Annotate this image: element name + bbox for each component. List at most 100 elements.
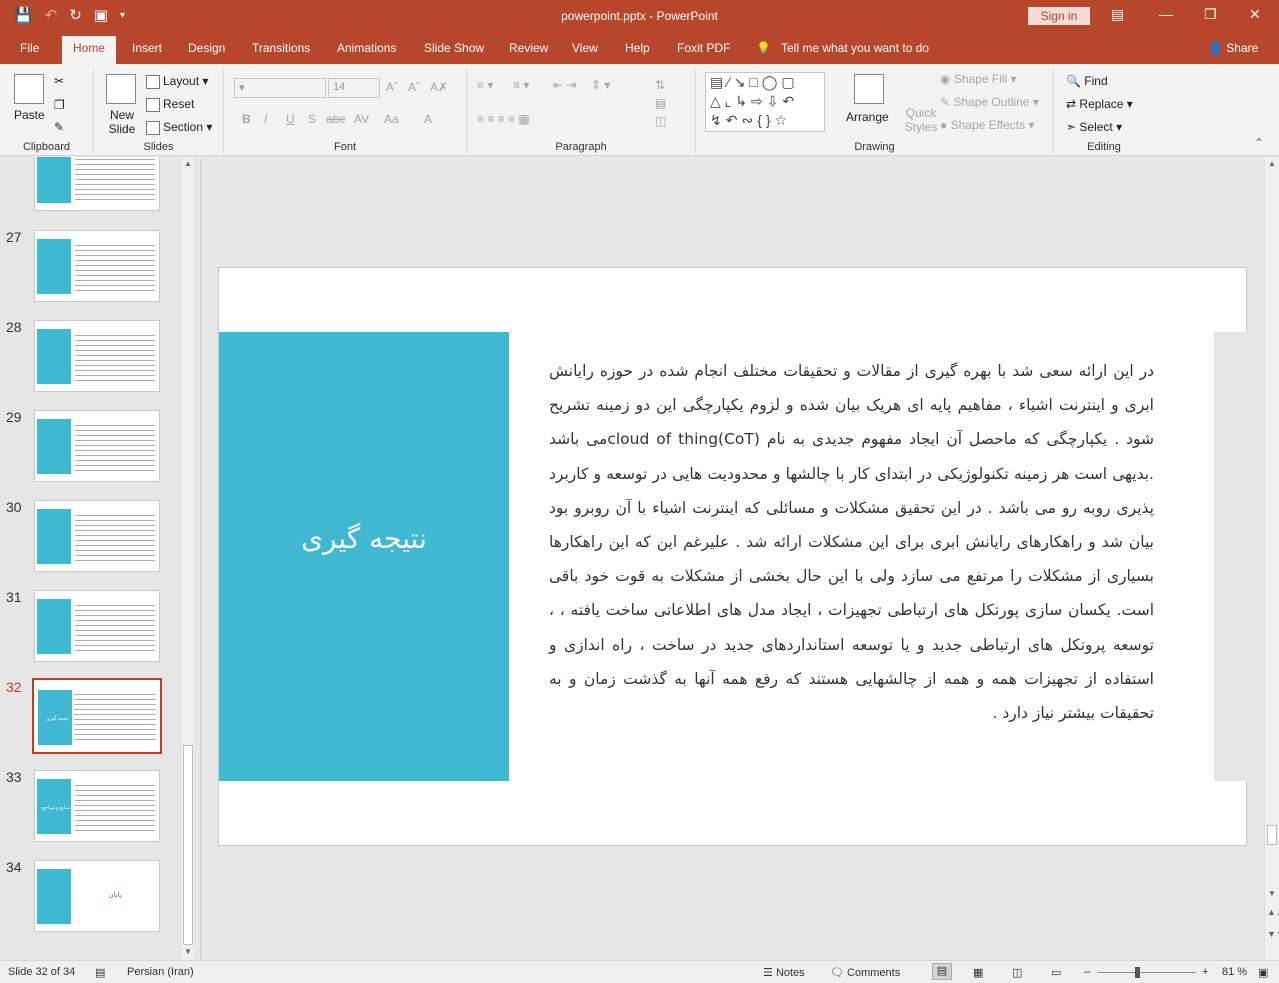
- reading-view-icon[interactable]: ◫: [1012, 966, 1022, 979]
- font-color-button[interactable]: A: [424, 112, 432, 126]
- close-icon[interactable]: ✕: [1249, 6, 1261, 23]
- underline-button[interactable]: U: [286, 112, 295, 126]
- zoom-slider[interactable]: [1098, 972, 1196, 973]
- comments-button[interactable]: 🗨 Comments: [830, 966, 900, 979]
- notes-button[interactable]: ☰ Notes: [763, 966, 805, 979]
- tab-design[interactable]: Design: [188, 41, 225, 55]
- slide-thumbnail[interactable]: پایان: [34, 860, 160, 932]
- strikethrough-button[interactable]: abc: [326, 112, 345, 126]
- zoom-slider-thumb[interactable]: [1135, 967, 1140, 978]
- shape-effects-button[interactable]: ● Shape Effects ▾: [940, 118, 1034, 132]
- tab-foxit-pdf[interactable]: Foxit PDF: [677, 41, 730, 55]
- smartart-icon[interactable]: ◫: [655, 114, 666, 128]
- editor-scrollbar[interactable]: ▲ ▼ ▲▲ ▼▼: [1264, 157, 1279, 960]
- bullets-icon[interactable]: ≡ ▾: [477, 78, 493, 92]
- ribbon-display-icon[interactable]: ▤: [1111, 6, 1124, 23]
- shapes-gallery[interactable]: ▤∕↘□◯▢ △⌞↳⇨⇩↶ ↯↶∾{}☆: [705, 72, 825, 132]
- align-icons[interactable]: ≡ ≡ ≡ ≡ ▦: [477, 112, 530, 126]
- text-direction-icon[interactable]: ⇅: [655, 78, 665, 92]
- numbering-icon[interactable]: ≡ ▾: [513, 78, 529, 92]
- slide-number: 27: [6, 229, 22, 245]
- scroll-down-icon[interactable]: ▼: [184, 947, 192, 956]
- reset-button[interactable]: Reset: [146, 97, 194, 112]
- shadow-button[interactable]: S: [308, 112, 316, 126]
- tab-home[interactable]: Home: [62, 36, 117, 64]
- fit-slide-icon[interactable]: ▣: [1258, 966, 1268, 979]
- scroll-down-icon[interactable]: ▼: [1268, 889, 1276, 898]
- bold-button[interactable]: B: [242, 112, 251, 126]
- normal-view-icon[interactable]: ▤: [932, 963, 952, 980]
- slide-thumbnail[interactable]: [34, 230, 160, 302]
- current-slide[interactable]: نتیجه گیری در این ارائه سعی شد با بهره گ…: [218, 267, 1247, 846]
- zoom-out-icon[interactable]: –: [1084, 966, 1090, 978]
- new-slide-button[interactable]: New Slide: [104, 108, 140, 136]
- slides-group: New Slide Layout ▾ Reset Section ▾ Slide…: [94, 68, 224, 154]
- slide-thumbnail[interactable]: [34, 320, 160, 392]
- language-indicator[interactable]: Persian (Iran): [127, 966, 194, 978]
- spellcheck-icon[interactable]: ▤: [95, 966, 105, 979]
- shape-outline-button[interactable]: ✎ Shape Outline ▾: [940, 95, 1039, 109]
- scroll-thumb[interactable]: [1267, 825, 1277, 845]
- select-button[interactable]: ➣ Select ▾: [1066, 120, 1122, 134]
- font-name-combo[interactable]: ▾: [234, 78, 326, 98]
- tab-slide-show[interactable]: Slide Show: [424, 41, 484, 55]
- replace-button[interactable]: ⇄ Replace ▾: [1066, 97, 1133, 111]
- next-slide-icon[interactable]: ▼▼: [1267, 929, 1279, 939]
- tab-review[interactable]: Review: [509, 41, 548, 55]
- copy-icon[interactable]: ❐: [54, 98, 65, 112]
- clear-formatting-icon[interactable]: A✗: [430, 80, 448, 94]
- font-size-combo[interactable]: 14: [328, 78, 380, 98]
- tab-transitions[interactable]: Transitions: [252, 41, 310, 55]
- layout-button[interactable]: Layout ▾: [146, 74, 208, 89]
- scroll-thumb[interactable]: [183, 745, 193, 945]
- tab-file[interactable]: File: [20, 41, 39, 55]
- slide-thumbnail[interactable]: منابع و مراجع: [34, 770, 160, 842]
- arrange-button[interactable]: Arrange: [846, 110, 889, 124]
- shape-fill-button[interactable]: ◉ Shape Fill ▾: [940, 72, 1017, 86]
- cut-icon[interactable]: ✂: [54, 74, 64, 88]
- thumbnails-scrollbar[interactable]: ▲ ▼: [180, 157, 194, 960]
- slide-thumbnail-active[interactable]: نتیجه گیری: [32, 678, 162, 754]
- format-painter-icon[interactable]: ✎: [54, 120, 64, 134]
- align-text-icon[interactable]: ▤: [655, 96, 666, 110]
- previous-slide-icon[interactable]: ▲▲: [1267, 907, 1279, 917]
- slide-thumbnail[interactable]: [34, 157, 160, 211]
- restore-icon[interactable]: ❐: [1204, 6, 1217, 23]
- change-case-button[interactable]: Aa: [384, 112, 399, 126]
- tab-help[interactable]: Help: [625, 41, 650, 55]
- tab-animations[interactable]: Animations: [337, 41, 396, 55]
- slide-thumbnail[interactable]: [34, 500, 160, 572]
- italic-button[interactable]: I: [264, 112, 267, 126]
- increase-font-icon[interactable]: Aˆ: [386, 80, 398, 94]
- quick-styles-button[interactable]: Quick Styles: [904, 106, 938, 134]
- sign-in-button[interactable]: Sign in: [1028, 7, 1090, 25]
- font-group: ▾ 14 Aˆ Aˇ A✗ B I U S abc AV Aa A Font: [224, 68, 467, 154]
- slide-thumbnail[interactable]: [34, 410, 160, 482]
- section-button[interactable]: Section ▾: [146, 120, 212, 135]
- paste-button[interactable]: Paste: [14, 108, 45, 122]
- new-slide-icon[interactable]: [106, 74, 136, 104]
- scroll-up-icon[interactable]: ▲: [1268, 159, 1276, 168]
- minimize-icon[interactable]: —: [1159, 6, 1173, 22]
- collapse-ribbon-icon[interactable]: ⌃: [1254, 136, 1264, 150]
- scroll-up-icon[interactable]: ▲: [184, 159, 192, 168]
- zoom-in-icon[interactable]: +: [1202, 966, 1208, 978]
- slide-thumbnail[interactable]: [34, 590, 160, 662]
- tell-me-search[interactable]: Tell me what you want to do: [781, 41, 929, 55]
- slide-body-text[interactable]: در این ارائه سعی شد با بهره گیری از مقال…: [549, 354, 1154, 730]
- tab-view[interactable]: View: [572, 41, 598, 55]
- tab-insert[interactable]: Insert: [132, 41, 162, 55]
- paste-icon[interactable]: [14, 74, 44, 104]
- slide-show-icon[interactable]: ▭: [1051, 966, 1061, 979]
- decrease-font-icon[interactable]: Aˇ: [408, 80, 420, 94]
- drawing-label: Drawing: [854, 141, 895, 153]
- find-button[interactable]: 🔍 Find: [1066, 74, 1108, 88]
- slide-sorter-icon[interactable]: ▦: [973, 966, 983, 979]
- char-spacing-button[interactable]: AV: [354, 112, 369, 126]
- zoom-level[interactable]: 81 %: [1222, 966, 1247, 978]
- arrange-icon[interactable]: [854, 74, 884, 104]
- share-button[interactable]: 👤 Share: [1208, 41, 1258, 55]
- indent-icon[interactable]: ⇤ ⇥: [553, 78, 576, 92]
- slide-title[interactable]: نتیجه گیری: [219, 522, 509, 555]
- line-spacing-icon[interactable]: ⇕ ▾: [591, 78, 610, 92]
